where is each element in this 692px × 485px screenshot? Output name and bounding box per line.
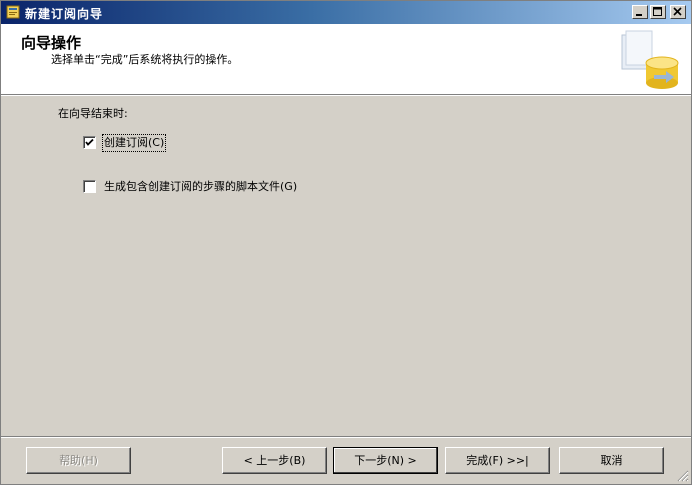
next-button[interactable]: 下一步(N) > <box>333 447 438 474</box>
section-label: 在向导结束时: <box>58 107 128 120</box>
back-button[interactable]: < 上一步(B) <box>222 447 327 474</box>
maximize-icon <box>653 7 662 16</box>
generate-script-checkbox[interactable] <box>83 180 96 193</box>
footer-divider-highlight <box>1 437 691 438</box>
maximize-button[interactable] <box>650 5 666 19</box>
page-subtitle: 选择单击“完成”后系统将执行的操作。 <box>51 53 239 66</box>
resize-grip-icon[interactable] <box>675 468 689 482</box>
generate-script-label[interactable]: 生成包含创建订阅的步骤的脚本文件(G) <box>103 179 298 195</box>
close-button[interactable] <box>670 5 686 19</box>
page-title: 向导操作 <box>21 34 82 52</box>
close-icon <box>673 7 682 16</box>
title-bar[interactable]: 新建订阅向导 <box>1 1 691 24</box>
wizard-window: 新建订阅向导 向导操作 选择单击“完成”后系统将执行的操作。 在向导结束时: 创… <box>0 0 692 485</box>
window-title: 新建订阅向导 <box>25 7 104 21</box>
minimize-icon <box>636 14 642 16</box>
database-wizard-icon <box>621 30 679 89</box>
create-subscription-label[interactable]: 创建订阅(C) <box>101 134 167 152</box>
wizard-header: 向导操作 选择单击“完成”后系统将执行的操作。 <box>1 24 691 95</box>
finish-button[interactable]: 完成(F) >>| <box>445 447 550 474</box>
check-icon <box>85 138 94 146</box>
app-icon <box>5 4 21 20</box>
help-button[interactable]: 帮助(H) <box>26 447 131 474</box>
cancel-button[interactable]: 取消 <box>559 447 664 474</box>
header-divider <box>1 95 691 96</box>
create-subscription-checkbox[interactable] <box>83 136 96 149</box>
minimize-button[interactable] <box>632 5 648 19</box>
